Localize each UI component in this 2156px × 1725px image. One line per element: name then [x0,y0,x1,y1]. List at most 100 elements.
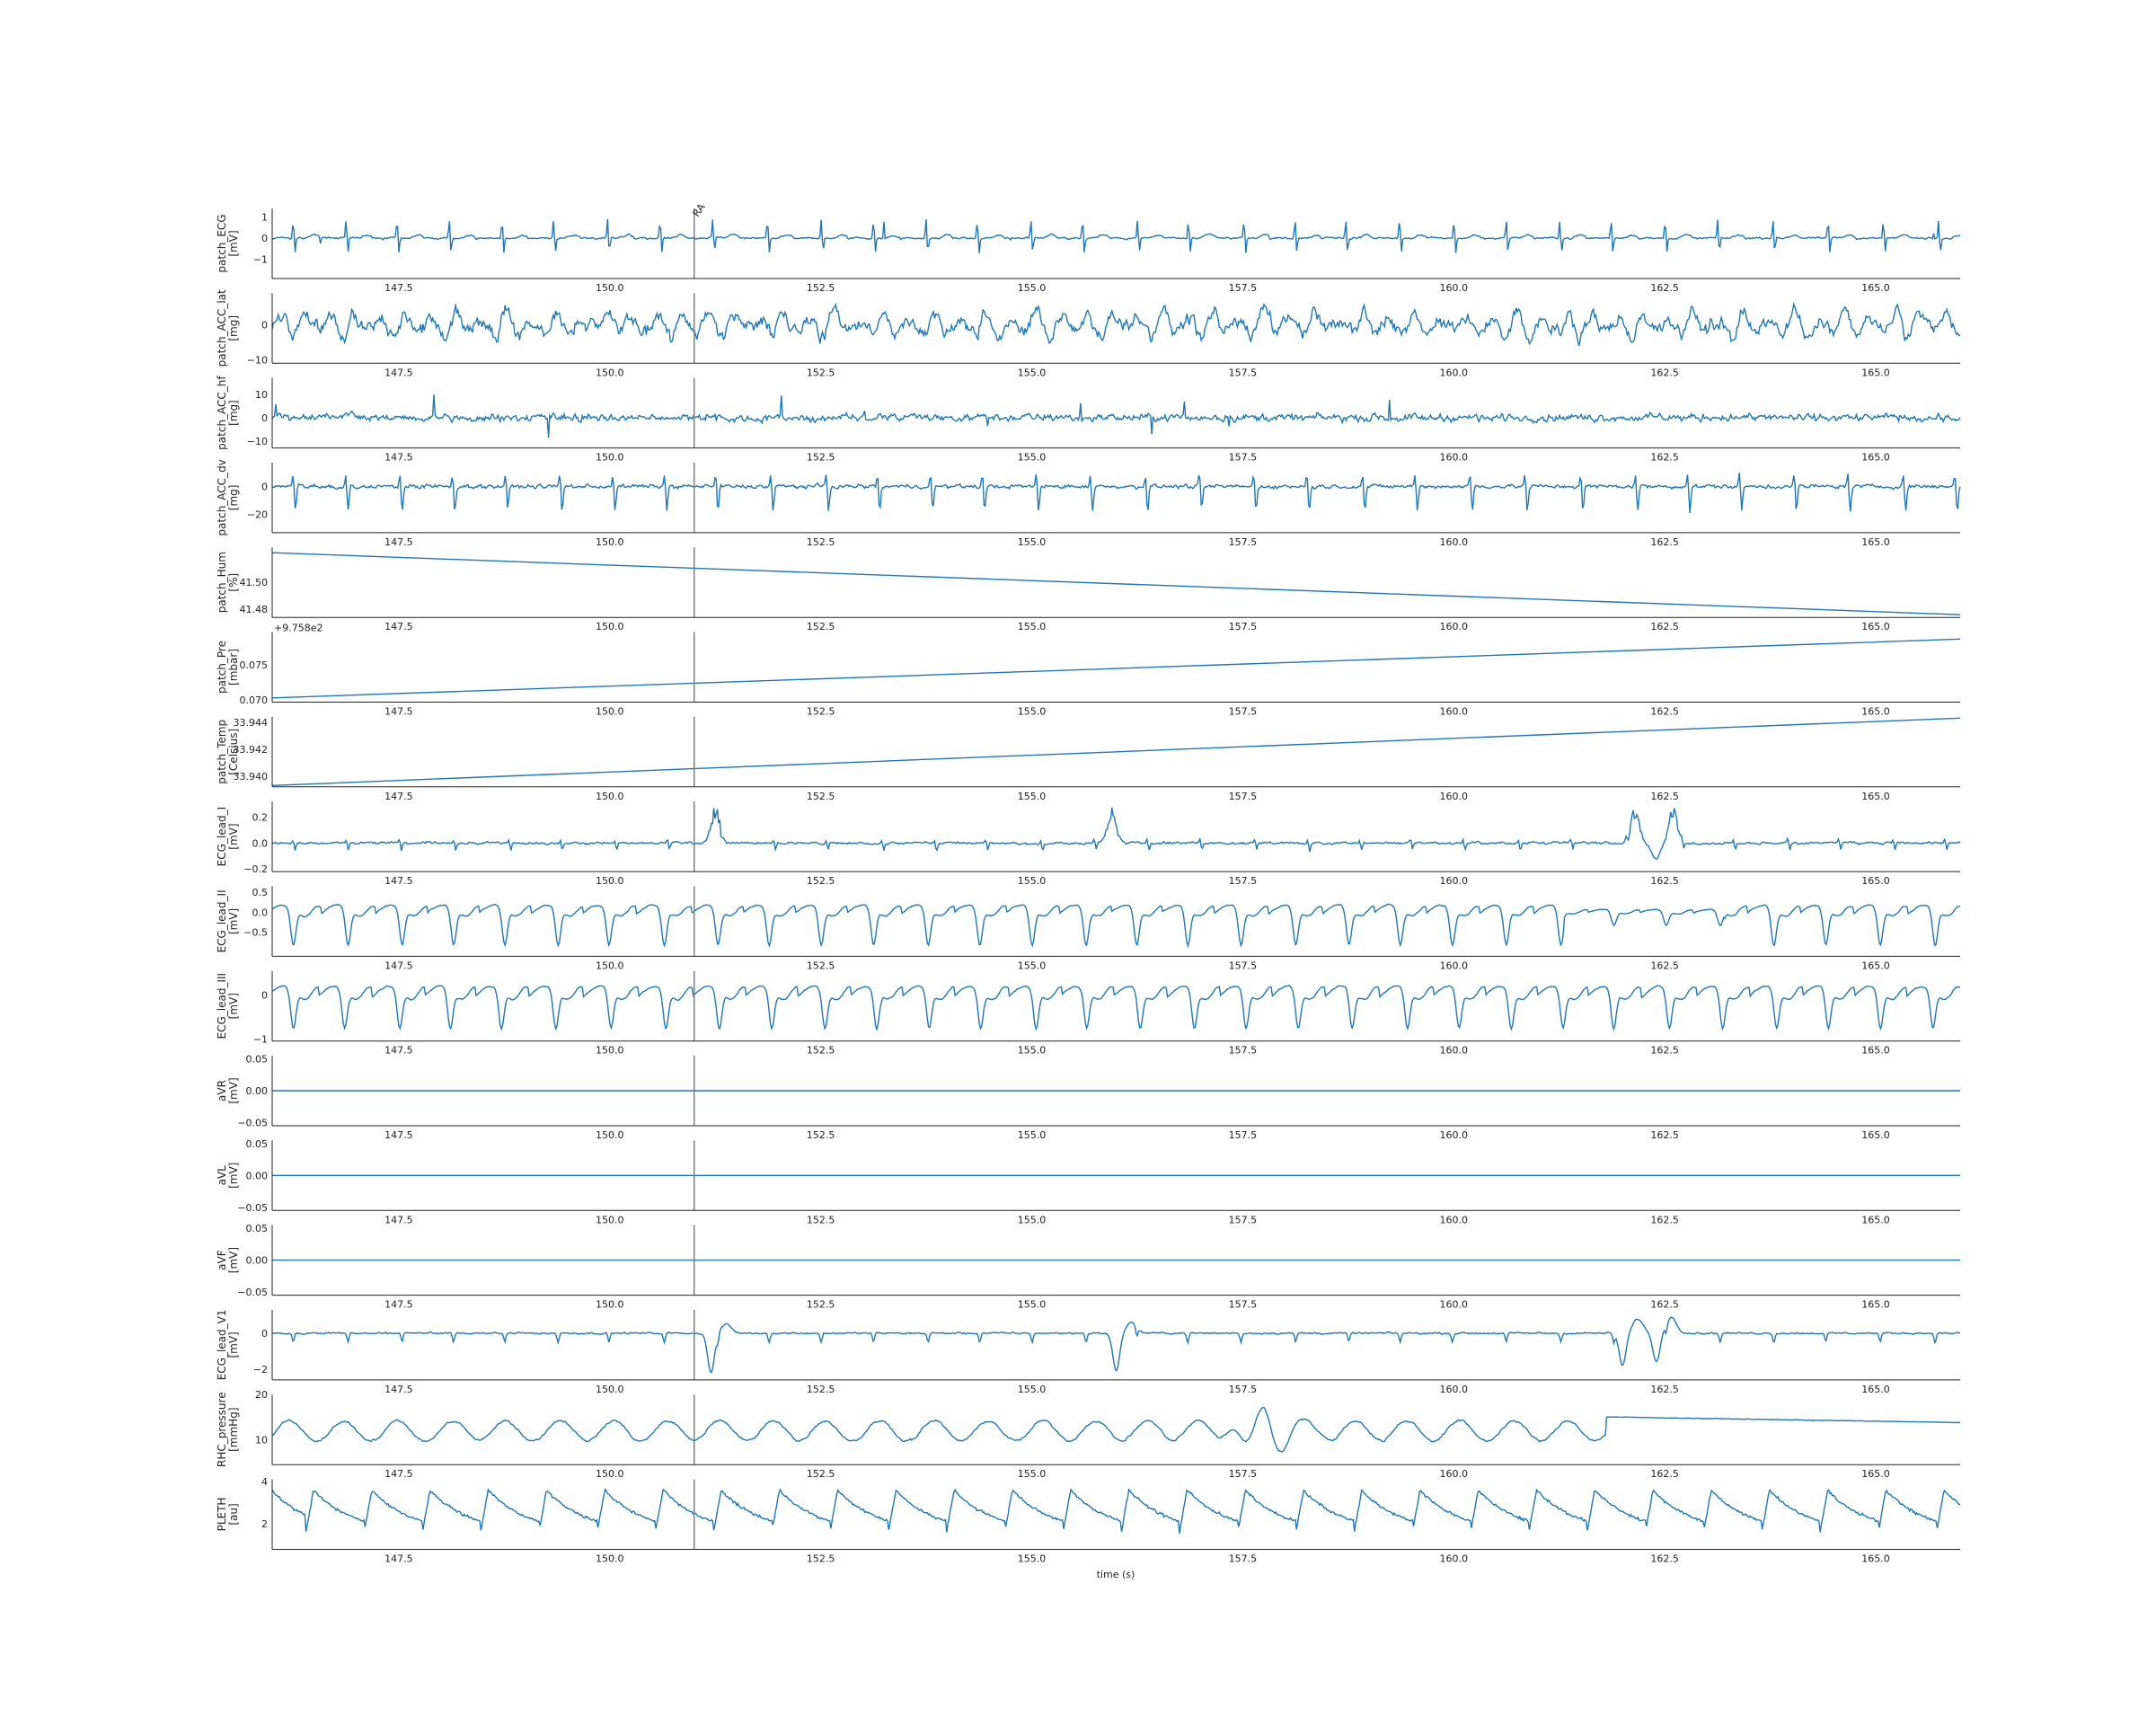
x-tick-label: 155.0 [1018,1468,1047,1480]
y-tick-label: 0.00 [246,1255,269,1267]
x-tick-label: 160.0 [1440,791,1469,802]
y-tick-label: 2 [261,1518,268,1530]
x-tick-label: 152.5 [807,621,835,632]
x-tick-label: 165.0 [1861,621,1890,632]
y-tick-label: −0.2 [243,863,268,875]
x-tick-label: 157.5 [1229,1553,1258,1565]
x-tick-label: 162.5 [1650,1468,1679,1480]
panel-0: 1 0 −1 147.5 150.0 152.5 155.0 157.5 160.0 162.5 1… [216,201,1961,294]
panel-9: 0 −1 147.5 150.0 152.5 155.0 157.5 160.0 162.5 16… [216,970,1961,1057]
x-tick-label: 162.5 [1650,621,1679,632]
x-tick-label: 157.5 [1229,452,1258,464]
x-tick-label: 152.5 [807,536,835,548]
y-axis-label: aVL[mV] [216,1163,240,1189]
y-tick-label: 10 [255,1435,268,1446]
x-tick-label: 157.5 [1229,1214,1258,1225]
panel-1: 0 −10 147.5 150.0 152.5 155.0 157.5 160.0 162.5 1… [216,289,1961,378]
x-tick-label: 157.5 [1229,536,1258,548]
x-tick-label: 165.0 [1861,1553,1890,1565]
series-line-8 [271,903,1961,949]
y-tick-label: −2 [253,1364,268,1376]
x-tick-label: 165.0 [1861,536,1890,548]
y-tick-label: 0.05 [246,1138,269,1150]
x-tick-label: 160.0 [1440,875,1469,887]
x-tick-label: 160.0 [1440,621,1469,632]
event-annotation: RA [691,201,708,219]
x-tick-label: 147.5 [384,875,413,887]
x-tick-label: 147.5 [384,1384,413,1395]
x-tick-label: 147.5 [384,367,413,378]
x-tick-label: 160.0 [1440,1129,1469,1141]
y-tick-label: 0 [261,412,268,424]
y-tick-label: 4 [261,1476,268,1488]
x-tick-label: 160.0 [1440,452,1469,464]
x-tick-label: 162.5 [1650,452,1679,464]
x-tick-label: 157.5 [1229,1045,1258,1057]
x-tick-label: 162.5 [1650,282,1679,294]
x-tick-label: 162.5 [1650,1553,1679,1565]
y-tick-label: 33.944 [234,717,269,729]
x-tick-label: 162.5 [1650,706,1679,718]
y-axis-label: ECG_lead_II[mV] [216,889,240,952]
y-tick-label: 0.00 [246,1085,269,1097]
x-tick-label: 162.5 [1650,1299,1679,1311]
x-tick-label: 150.0 [596,282,624,294]
panel-2: 10 0 −10 147.5 150.0 152.5 155.0 157.5 160.0 162.… [216,376,1961,464]
y-tick-label: 0 [261,319,268,331]
x-tick-label: 155.0 [1018,1384,1047,1395]
x-tick-label: 162.5 [1650,875,1679,887]
x-tick-label: 152.5 [807,1214,835,1225]
x-tick-label: 152.5 [807,1384,835,1395]
panel-13: 0 −2 147.5 150.0 152.5 155.0 157.5 160.0 162.5 16… [216,1310,1961,1395]
y-axis-label: ECG_lead_I[mV] [216,807,240,867]
x-tick-label: 162.5 [1650,1384,1679,1395]
y-tick-label: 0.05 [246,1223,269,1234]
y-tick-label: 0.05 [246,1054,269,1066]
x-tick-label: 155.0 [1018,1214,1047,1225]
panel-6: 33.94433.94233.940147.5 150.0 152.5 155.0 15… [216,716,1961,802]
y-tick-label: 0.00 [246,1170,269,1181]
x-tick-label: 152.5 [807,1129,835,1141]
axis-offset-label: +9.758e2 [274,623,323,634]
y-tick-label: 0.0 [252,907,269,918]
x-tick-label: 155.0 [1018,536,1047,548]
x-tick-label: 155.0 [1018,791,1047,802]
x-tick-label: 152.5 [807,452,835,464]
x-tick-label: 147.5 [384,1129,413,1141]
x-tick-label: 162.5 [1650,367,1679,378]
panel-11: 0.05 0.00 −0.05 147.5 150.0 152.5 155.0 157.5 16… [216,1138,1960,1225]
series-line-15 [271,1487,1960,1534]
series-line-4 [271,552,1961,615]
y-tick-label: 1 [261,211,268,223]
x-tick-label: 147.5 [384,1299,413,1311]
x-tick-label: 165.0 [1861,282,1890,294]
x-tick-label: 150.0 [596,452,624,464]
x-tick-label: 157.5 [1229,875,1258,887]
x-tick-label: 162.5 [1650,1045,1679,1057]
y-tick-label: −1 [253,1033,268,1045]
x-tick-label: 152.5 [807,791,835,802]
x-tick-label: 157.5 [1229,791,1258,802]
y-tick-label: 0 [261,1328,268,1340]
x-tick-label: 160.0 [1440,282,1469,294]
x-tick-label: 157.5 [1229,706,1258,718]
y-axis-label: aVF[mV] [216,1247,240,1273]
x-tick-label: 165.0 [1861,1384,1890,1395]
x-tick-label: 165.0 [1861,1129,1890,1141]
x-tick-label: 150.0 [596,1468,624,1480]
x-tick-label: 165.0 [1861,367,1890,378]
series-line-5 [271,638,1961,699]
x-tick-label: 165.0 [1861,452,1890,464]
y-axis-label: RHC_pressure[mmHg] [216,1392,240,1467]
x-tick-label: 147.5 [384,1045,413,1057]
x-tick-label: 155.0 [1018,1553,1047,1565]
y-axis-label: patch_ECG[mV] [216,214,240,272]
y-tick-label: 41.48 [240,604,269,615]
x-tick-label: 160.0 [1440,1299,1469,1311]
x-tick-label: 157.5 [1229,367,1258,378]
y-axis-label: aVR[mV] [216,1077,240,1103]
y-axis-label: patch_ACC_dv[mg] [216,459,240,535]
x-tick-label: 150.0 [596,1384,624,1395]
x-tick-label: 160.0 [1440,706,1469,718]
series-line-6 [271,717,1961,786]
